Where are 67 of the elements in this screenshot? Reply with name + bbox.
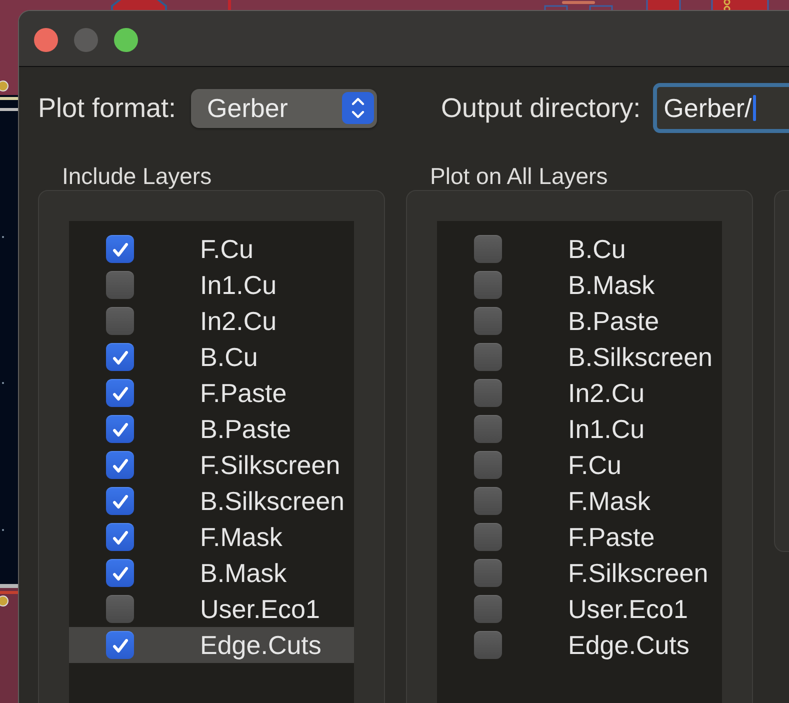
checkbox[interactable] [106,631,134,659]
checkbox[interactable] [474,451,502,479]
layer-row[interactable]: F.Paste [437,519,722,555]
layer-row[interactable]: F.Cu [69,231,354,267]
checkbox[interactable] [106,271,134,299]
output-directory-label: Output directory: [441,92,641,124]
checkmark-icon [112,422,128,436]
layer-row[interactable]: B.Silkscreen [437,339,722,375]
checkbox[interactable] [474,235,502,263]
layer-row[interactable]: In2.Cu [437,375,722,411]
checkbox[interactable] [106,343,134,371]
checkbox[interactable] [106,451,134,479]
layer-row[interactable]: User.Eco1 [437,591,722,627]
checkbox[interactable] [106,595,134,623]
checkbox[interactable] [474,307,502,335]
checkbox[interactable] [106,415,134,443]
checkbox[interactable] [474,559,502,587]
plot-format-label: Plot format: [38,92,176,124]
layer-row[interactable]: User.Eco1 [69,591,354,627]
layer-row[interactable]: F.Paste [69,375,354,411]
checkbox[interactable] [474,595,502,623]
layer-row[interactable]: Edge.Cuts [437,627,722,663]
checkmark-icon [112,638,128,652]
layer-row[interactable]: Edge.Cuts [69,627,354,663]
checkbox[interactable] [474,415,502,443]
checkbox[interactable] [106,307,134,335]
checkmark-icon [112,350,128,364]
checkbox[interactable] [106,379,134,407]
checkmark-icon [112,566,128,580]
layer-row[interactable]: B.Paste [437,303,722,339]
group-title: Include Layers [61,163,213,190]
checkbox[interactable] [474,631,502,659]
stepper-icon [342,92,374,124]
layer-row[interactable]: F.Mask [69,519,354,555]
layer-row[interactable]: In1.Cu [69,267,354,303]
layer-row[interactable]: B.Silkscreen [69,483,354,519]
checkmark-icon [112,494,128,508]
group-title: Plot on All Layers [429,163,609,190]
layer-row[interactable]: B.Paste [69,411,354,447]
checkmark-icon [112,458,128,472]
checkbox[interactable] [474,523,502,551]
output-directory-field[interactable]: Gerber/ [652,83,789,133]
checkbox[interactable] [106,235,134,263]
layer-row[interactable]: F.Silkscreen [69,447,354,483]
layer-row[interactable]: B.Cu [437,231,722,267]
plot-format-select[interactable]: Gerber [191,88,378,128]
close-button[interactable] [34,28,58,52]
layer-row[interactable]: In1.Cu [437,411,722,447]
layer-row[interactable]: B.Cu [69,339,354,375]
text-cursor-icon [752,95,756,121]
checkbox[interactable] [474,487,502,515]
layer-row[interactable]: In2.Cu [69,303,354,339]
layer-row[interactable]: F.Cu [437,447,722,483]
checkmark-icon [112,530,128,544]
checkbox[interactable] [106,559,134,587]
checkbox[interactable] [106,523,134,551]
checkbox[interactable] [474,379,502,407]
layer-row[interactable]: B.Mask [437,267,722,303]
checkbox[interactable] [474,271,502,299]
zoom-button[interactable] [114,28,138,52]
checkmark-icon [112,386,128,400]
layer-row[interactable]: F.Silkscreen [437,555,722,591]
layer-row[interactable]: F.Mask [437,483,722,519]
layer-row[interactable]: B.Mask [69,555,354,591]
checkbox[interactable] [106,487,134,515]
checkbox[interactable] [474,343,502,371]
checkmark-icon [112,242,128,256]
